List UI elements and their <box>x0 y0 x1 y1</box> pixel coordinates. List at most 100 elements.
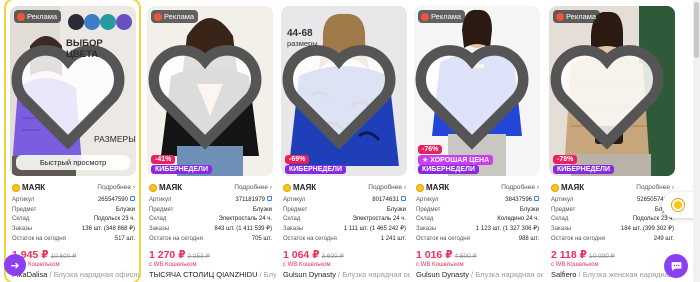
more-label: Подробнее <box>234 184 269 191</box>
product-card[interactable]: Реклама -76% ★ ХОРОШАЯ ЦЕНА КИБЕРНЕДЕЛИ … <box>410 0 543 282</box>
promo-badge: КИБЕРНЕДЕЛИ <box>418 165 479 174</box>
current-price: 1 064 ₽ <box>283 249 320 261</box>
product-card[interactable]: Реклама ВЫБОР ЦВЕТА РАЗМЕРЫ Быстрый прос… <box>4 0 141 282</box>
stock-label: Остаток на сегодня <box>283 235 337 242</box>
warehouse-value: Коледино <box>497 216 525 223</box>
stock-value: 988 шт. <box>518 235 539 242</box>
brand-name: Salfiero <box>551 270 577 279</box>
product-card[interactable]: Реклама -78% КИБЕРНЕДЕЛИ МАЯК Подробнее … <box>545 0 678 282</box>
mayak-label: МАЯК <box>293 183 317 192</box>
product-title[interactable]: Salfiero / Блузка женская нарядная офисн… <box>551 270 678 279</box>
orders-value: 1 111 шт. (1 465 242 ₽) <box>343 226 406 233</box>
heart-icon[interactable] <box>549 10 670 176</box>
subject-label: Предмет <box>283 206 308 213</box>
price: 1 064 ₽3 600 ₽ <box>283 249 344 261</box>
scrollbar-thumb[interactable] <box>694 2 699 58</box>
product-card[interactable]: 44-68 размеры -69% КИБЕРНЕДЕЛИ МАЯК Подр… <box>277 0 410 282</box>
stock-value: 705 шт. <box>251 235 272 242</box>
wallet-note: с WB Кошельком <box>283 262 331 268</box>
product-stats: Артикул526505741 ПредметБлузки СкладПодо… <box>551 196 674 245</box>
discount-badge: -69% <box>285 155 310 164</box>
orders-label: Заказы <box>551 226 572 233</box>
copy-icon[interactable] <box>534 196 539 201</box>
scrollbar[interactable] <box>693 0 700 282</box>
orders-value: 1 123 шт. (1 327 306 ₽) <box>475 226 539 233</box>
warehouse-value: Подольск <box>632 216 660 223</box>
product-stats: Артикул 38437596 Предмет Блузки Склад Колед… <box>416 196 539 245</box>
mayak-label: МАЯК <box>159 183 183 192</box>
wallet-note: с WB Кошельком <box>416 262 464 268</box>
price: 1 016 ₽4 500 ₽ <box>416 249 477 261</box>
brand-name: Gulsun Dynasty <box>283 270 336 279</box>
assistant-button[interactable]: ➜ <box>4 254 26 276</box>
copy-icon[interactable] <box>267 196 272 201</box>
stock-value: 1 241 шт. <box>380 235 406 242</box>
warehouse-time: 24 ч. <box>392 216 406 223</box>
product-title[interactable]: PikaDalisa / Блузка нарядная офисная <box>12 270 139 279</box>
product-photo[interactable]: Реклама ВЫБОР ЦВЕТА РАЗМЕРЫ Быстрый прос… <box>10 6 136 176</box>
more-label: Подробнее <box>97 184 132 191</box>
product-name: Блузка нарядная офисная <box>53 270 139 279</box>
promo-badge: КИБЕРНЕДЕЛИ <box>151 165 212 174</box>
stock-label: Остаток на сегодня <box>12 235 66 242</box>
chat-button[interactable] <box>664 254 688 278</box>
more-link[interactable]: Подробнее › <box>501 184 539 191</box>
product-title[interactable]: Gulsun Dynasty / Блузка нарядная офисная <box>283 270 410 279</box>
more-link[interactable]: Подробнее › <box>234 184 272 191</box>
coin-icon <box>12 183 20 192</box>
coin-icon <box>149 183 157 192</box>
heart-icon[interactable] <box>147 10 268 176</box>
old-price: 3 600 ₽ <box>321 253 344 260</box>
more-link[interactable]: Подробнее › <box>636 184 674 191</box>
article-value: 265547590 <box>97 197 128 203</box>
orders-value: 843 шт. (1 411 539 ₽) <box>214 226 272 233</box>
mayak-label: МАЯК <box>426 183 450 192</box>
coin-icon <box>416 183 424 192</box>
heart-icon[interactable] <box>10 10 131 176</box>
more-link[interactable]: Подробнее › <box>368 184 406 191</box>
coin-icon <box>551 183 559 192</box>
product-photo[interactable]: 44-68 размеры -69% КИБЕРНЕДЕЛИ <box>281 6 407 176</box>
warehouse-value: Электросталь <box>218 216 258 223</box>
old-price: 4 500 ₽ <box>454 253 477 260</box>
product-stats: Артикул 80174631 Предмет Блузки Склад Элект… <box>283 196 406 245</box>
copy-icon[interactable] <box>401 196 406 201</box>
product-stats: Артикул 371181979 Предмет Блузки Склад Элек… <box>149 196 272 245</box>
product-photo[interactable]: Реклама -41% КИБЕРНЕДЕЛИ <box>147 6 273 176</box>
product-title[interactable]: Gulsun Dynasty / Блузка нарядная офисная <box>416 270 543 279</box>
article-value: 38437596 <box>505 197 532 203</box>
article-value: 80174631 <box>372 197 399 203</box>
old-price: 10 600 ₽ <box>50 253 77 260</box>
title-separator: / <box>578 270 581 279</box>
product-photo[interactable]: Реклама -76% ★ ХОРОШАЯ ЦЕНА КИБЕРНЕДЕЛИ <box>414 6 540 176</box>
title-separator: / <box>259 270 262 279</box>
old-price: 2 253 ₽ <box>187 253 210 260</box>
brand-name: Gulsun Dynasty <box>416 270 469 279</box>
price: 1 270 ₽2 253 ₽ <box>149 249 210 261</box>
product-photo[interactable]: Реклама -78% КИБЕРНЕДЕЛИ <box>549 6 675 176</box>
current-price: 1 270 ₽ <box>149 249 186 261</box>
subject-label: Предмет <box>12 206 37 213</box>
photo-caption-bottom: РАЗМЕРЫ <box>94 134 136 144</box>
article-label: Артикул <box>283 197 306 203</box>
coin-icon <box>283 183 291 192</box>
article-value: 371181979 <box>235 197 265 203</box>
warehouse-time: 23 ч. <box>121 216 135 223</box>
product-title[interactable]: ТЫСЯЧА СТОЛИЦ QIANZHIDU / Блузка нарядна… <box>149 270 276 279</box>
mayak-badge: МАЯК <box>551 183 584 192</box>
stock-label: Остаток на сегодня <box>149 235 203 242</box>
chat-icon <box>671 261 681 271</box>
subject-label: Предмет <box>551 206 576 213</box>
current-price: 1 016 ₽ <box>416 249 453 261</box>
lightning-icon: ➜ <box>10 259 20 272</box>
product-card[interactable]: Реклама -41% КИБЕРНЕДЕЛИ МАЯК Подробнее … <box>143 0 276 282</box>
product-name: Блузка женская нарядная офисная <box>582 270 678 279</box>
quick-view-button[interactable]: Быстрый просмотр <box>16 155 130 170</box>
wallet-note: с WB Кошельком <box>551 262 599 268</box>
good-price-badge: ★ ХОРОШАЯ ЦЕНА <box>418 155 494 165</box>
more-label: Подробнее <box>368 184 403 191</box>
title-separator: / <box>49 270 52 279</box>
more-link[interactable]: Подробнее › <box>97 184 135 191</box>
chevron-right-icon: › <box>671 184 674 191</box>
copy-icon[interactable] <box>130 196 135 201</box>
